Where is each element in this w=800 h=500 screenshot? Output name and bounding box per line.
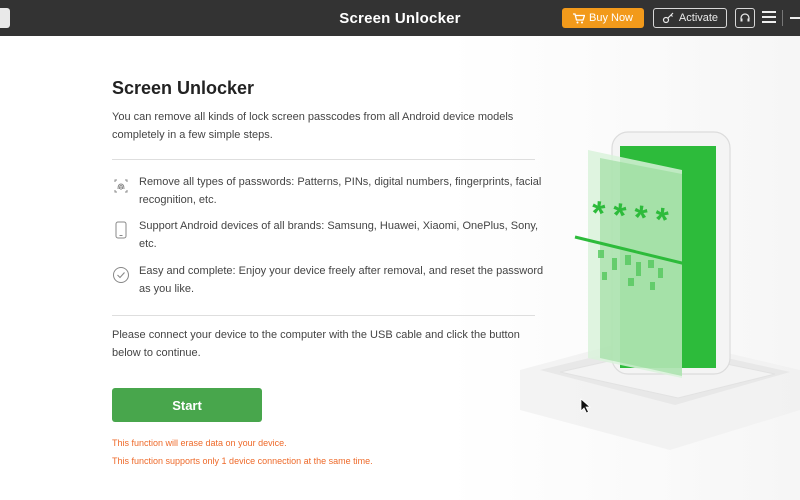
menu-icon[interactable] bbox=[762, 11, 776, 25]
key-icon bbox=[662, 12, 674, 24]
headset-icon bbox=[740, 13, 750, 22]
activate-label: Activate bbox=[678, 12, 719, 24]
support-button[interactable] bbox=[735, 8, 755, 28]
check-circle-icon bbox=[113, 267, 129, 283]
activate-button[interactable]: Activate bbox=[653, 8, 727, 28]
fingerprint-icon bbox=[114, 179, 128, 193]
feature-text: Easy and complete: Enjoy your device fre… bbox=[139, 265, 544, 295]
page-description: You can remove all kinds of lock screen … bbox=[112, 111, 514, 141]
cart-icon bbox=[572, 12, 585, 23]
warning-erase: This function will erase data on your de… bbox=[112, 438, 287, 448]
divider bbox=[112, 315, 535, 316]
title-bar: Screen Unlocker Buy Now Activate bbox=[0, 0, 800, 36]
feature-text: Support Android devices of all brands: S… bbox=[139, 220, 539, 250]
start-button[interactable]: Start bbox=[112, 388, 262, 422]
page-title: Screen Unlocker bbox=[112, 78, 255, 98]
connect-instructions: Please connect your device to the comput… bbox=[112, 329, 520, 359]
feature-text: Remove all types of passwords: Patterns,… bbox=[139, 176, 542, 206]
divider bbox=[782, 10, 783, 26]
phone-unlock-illustration: **** bbox=[520, 131, 800, 450]
divider bbox=[112, 159, 535, 160]
phone-icon bbox=[115, 221, 127, 239]
minimize-icon[interactable] bbox=[790, 17, 800, 19]
warning-single-device: This function supports only 1 device con… bbox=[112, 456, 373, 466]
phone bbox=[588, 131, 731, 378]
buy-now-label: Buy Now bbox=[588, 12, 634, 24]
mouse-cursor-icon bbox=[580, 398, 592, 414]
buy-now-button[interactable]: Buy Now bbox=[562, 8, 644, 28]
